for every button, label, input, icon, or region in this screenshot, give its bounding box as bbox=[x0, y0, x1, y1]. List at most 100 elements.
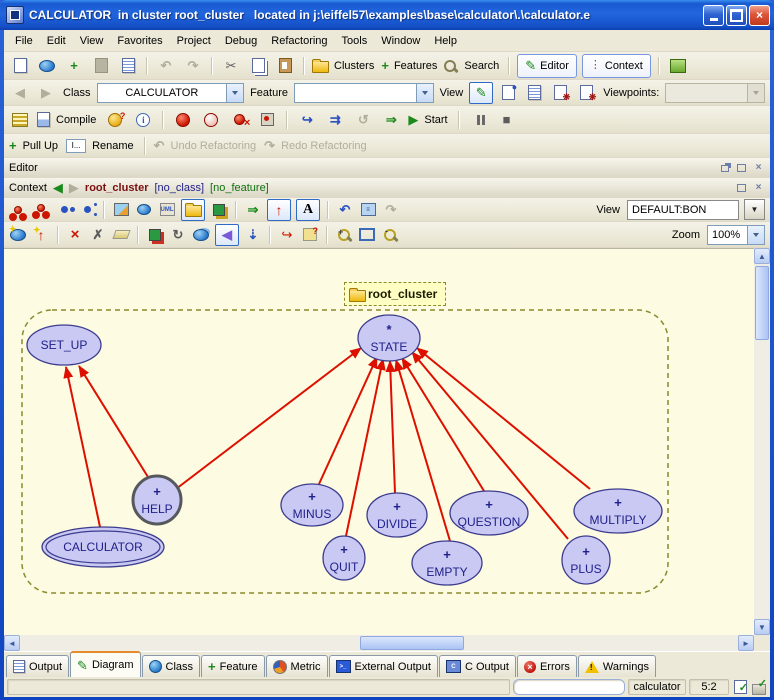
node-set_up[interactable]: SET_UP bbox=[27, 325, 101, 365]
menu-file[interactable]: File bbox=[8, 33, 40, 49]
contract-view-icon[interactable]: ❋ bbox=[549, 83, 571, 103]
run-ignore-breakpoints-icon[interactable] bbox=[200, 110, 222, 130]
scroll-right-button[interactable]: ► bbox=[738, 635, 754, 651]
close-button[interactable]: × bbox=[749, 5, 770, 26]
chevron-down-icon[interactable] bbox=[416, 84, 433, 102]
info-icon[interactable]: i bbox=[132, 110, 154, 130]
context-forward-icon[interactable]: ▶ bbox=[69, 181, 79, 194]
show-labels-icon[interactable] bbox=[210, 200, 228, 220]
node-divide[interactable]: +DIVIDE bbox=[367, 493, 427, 537]
copy-icon[interactable] bbox=[247, 56, 269, 76]
diagram-history-icon[interactable]: ≡ bbox=[359, 200, 377, 220]
save-icon[interactable] bbox=[90, 56, 112, 76]
supplier-links-icon[interactable] bbox=[55, 200, 73, 220]
node-question[interactable]: +QUESTION bbox=[450, 491, 528, 535]
tab-class[interactable]: Class bbox=[142, 655, 201, 677]
new-class-icon[interactable]: ✦ bbox=[9, 225, 27, 245]
new-inheritance-icon[interactable]: ↑✦ bbox=[32, 225, 50, 245]
pause-icon[interactable] bbox=[468, 110, 490, 130]
scroll-left-button[interactable]: ◄ bbox=[4, 635, 20, 651]
horizontal-scroll-thumb[interactable] bbox=[360, 636, 464, 650]
remove-anchor-icon[interactable]: ✗ bbox=[89, 225, 107, 245]
scroll-down-button[interactable]: ▼ bbox=[754, 619, 770, 635]
tab-external-output[interactable]: >_ External Output bbox=[329, 655, 438, 677]
editor-toggle-button[interactable]: ✎ Editor bbox=[517, 54, 577, 78]
fit-to-window-icon[interactable] bbox=[358, 225, 376, 245]
menu-edit[interactable]: Edit bbox=[40, 33, 73, 49]
edge-multiply-state[interactable] bbox=[417, 348, 590, 489]
class-combobox[interactable]: CALCULATOR bbox=[97, 83, 245, 103]
new-item-icon[interactable]: + bbox=[63, 56, 85, 76]
create-links-icon[interactable]: ⇒ bbox=[244, 200, 262, 220]
class-relations-icon[interactable] bbox=[9, 200, 27, 220]
vertical-scrollbar[interactable]: ▲ ▼ bbox=[754, 248, 770, 635]
paste-icon[interactable] bbox=[274, 56, 296, 76]
bon-view-icon[interactable] bbox=[135, 200, 153, 220]
horizontal-scrollbar[interactable]: ◄ ► bbox=[4, 635, 754, 651]
run-to-cursor-icon[interactable]: ⇒ bbox=[380, 110, 402, 130]
edge-help-set_up[interactable] bbox=[79, 366, 148, 477]
tab-warnings[interactable]: ! Warnings bbox=[578, 655, 656, 677]
save-all-icon[interactable] bbox=[117, 56, 139, 76]
redo-refactoring-button[interactable]: ↷ Redo Refactoring bbox=[264, 136, 369, 156]
menu-view[interactable]: View bbox=[73, 33, 111, 49]
inheritance-link-mode-icon[interactable]: ↑ bbox=[267, 199, 291, 221]
compile-button[interactable]: Compile bbox=[37, 110, 98, 130]
step-out-icon[interactable]: ↺ bbox=[352, 110, 374, 130]
new-window-icon[interactable] bbox=[9, 56, 31, 76]
clusters-button[interactable]: Clusters bbox=[312, 56, 376, 76]
fan-in-toggle-icon[interactable]: ◀ bbox=[215, 224, 239, 246]
search-button[interactable]: Search bbox=[444, 56, 501, 76]
cluster-tag[interactable]: root_cluster bbox=[344, 282, 446, 306]
delete-icon[interactable]: × bbox=[66, 225, 84, 245]
inheritance-relations-icon[interactable] bbox=[32, 200, 50, 220]
undo-refactoring-button[interactable]: ↶ Undo Refactoring bbox=[154, 136, 259, 156]
basic-text-view-icon[interactable]: ✎ bbox=[469, 82, 493, 104]
close-pane-icon[interactable]: × bbox=[752, 182, 765, 194]
tab-c-output[interactable]: C C Output bbox=[439, 655, 516, 677]
step-into-icon[interactable]: ↪ bbox=[296, 110, 318, 130]
view-dropdown-button[interactable]: ▼ bbox=[744, 199, 765, 220]
node-multiply[interactable]: +MULTIPLY bbox=[574, 489, 662, 533]
external-editor-icon[interactable] bbox=[667, 56, 689, 76]
export-image-icon[interactable] bbox=[112, 200, 130, 220]
diagram-view-combobox[interactable]: DEFAULT:BON bbox=[627, 200, 739, 220]
tab-feature[interactable]: + Feature bbox=[201, 655, 265, 677]
uml-view-icon[interactable]: UML bbox=[158, 200, 176, 220]
zoom-combobox[interactable]: 100% bbox=[707, 225, 765, 245]
maximize-pane-icon[interactable] bbox=[735, 182, 748, 194]
tab-metric[interactable]: Metric bbox=[266, 655, 328, 677]
maximize-button[interactable] bbox=[726, 5, 747, 26]
tab-errors[interactable]: × Errors bbox=[517, 655, 577, 677]
cut-icon[interactable]: ✂ bbox=[220, 56, 242, 76]
scroll-up-button[interactable]: ▲ bbox=[754, 248, 770, 264]
diagram-undo-icon[interactable]: ↶ bbox=[336, 200, 354, 220]
interface-view-icon[interactable]: ❋ bbox=[575, 83, 597, 103]
node-help[interactable]: +HELP bbox=[133, 476, 181, 524]
show-clusters-toggle-icon[interactable] bbox=[181, 199, 205, 221]
chevron-down-icon[interactable] bbox=[747, 226, 764, 244]
context-toggle-button[interactable]: ⋮ Context bbox=[582, 54, 651, 78]
node-state[interactable]: *STATE bbox=[358, 315, 420, 361]
undock-icon[interactable] bbox=[718, 162, 731, 174]
redo-icon[interactable]: ↷ bbox=[182, 56, 204, 76]
edge-minus-state[interactable] bbox=[319, 357, 377, 484]
node-calculator[interactable]: CALCULATOR bbox=[42, 527, 164, 567]
tab-diagram[interactable]: ✎ Diagram bbox=[70, 651, 140, 677]
menu-debug[interactable]: Debug bbox=[218, 33, 264, 49]
vertical-scroll-thumb[interactable] bbox=[755, 266, 769, 340]
menu-favorites[interactable]: Favorites bbox=[110, 33, 169, 49]
edge-divide-state[interactable] bbox=[390, 361, 395, 493]
compile-overrides-icon[interactable]: ? bbox=[104, 110, 126, 130]
project-settings-icon[interactable] bbox=[9, 110, 31, 130]
edge-help-state[interactable] bbox=[176, 348, 361, 489]
flat-view-icon[interactable] bbox=[523, 83, 545, 103]
step-over-icon[interactable]: ⇉ bbox=[324, 110, 346, 130]
add-relation-icon[interactable]: ↪ bbox=[278, 225, 296, 245]
run-breakpoints-icon[interactable] bbox=[172, 110, 194, 130]
open-project-icon[interactable] bbox=[36, 56, 58, 76]
rotate-icon[interactable]: ↻ bbox=[169, 225, 187, 245]
menu-window[interactable]: Window bbox=[374, 33, 427, 49]
start-button[interactable]: ▶ Start bbox=[408, 110, 449, 130]
zoom-out-icon[interactable]: - bbox=[381, 225, 399, 245]
